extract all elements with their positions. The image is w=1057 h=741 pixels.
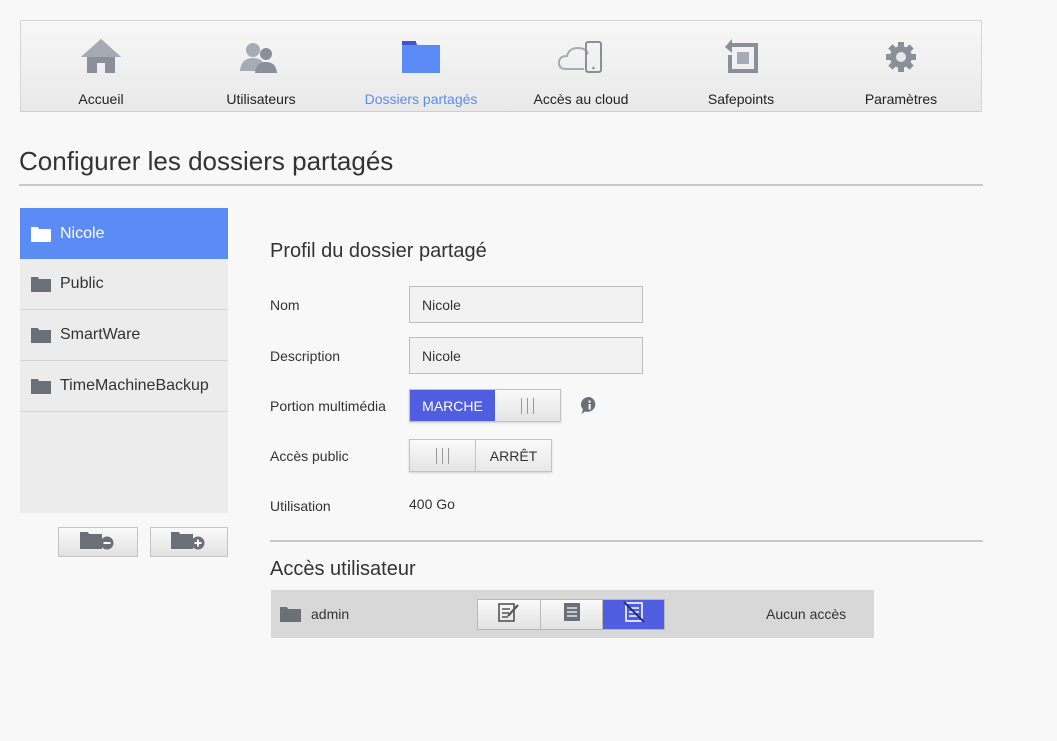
toggle-grip[interactable]	[410, 440, 475, 471]
page-title: Configurer les dossiers partagés	[19, 146, 394, 176]
public-access-toggle[interactable]: ARRÊT	[409, 439, 552, 472]
gear-icon	[883, 35, 919, 75]
folder-list-item-public[interactable]: Public	[20, 259, 228, 310]
user-name: admin	[311, 606, 350, 622]
public-access-label: Accès public	[270, 448, 349, 464]
folder-list-item-label: SmartWare	[60, 326, 141, 343]
folder-icon	[31, 226, 51, 242]
nav-item-settings[interactable]: Paramètres	[821, 21, 981, 111]
no-access-button[interactable]	[602, 599, 664, 629]
users-icon	[239, 35, 283, 75]
top-navigation: Accueil Utilisateurs Dossiers partagés A…	[20, 20, 982, 112]
nav-item-cloud-access[interactable]: Accès au cloud	[501, 21, 661, 111]
read-write-icon	[498, 602, 520, 627]
nav-item-safepoints[interactable]: Safepoints	[661, 21, 821, 111]
nav-item-home[interactable]: Accueil	[21, 21, 181, 111]
folder-list-item-label: Nicole	[60, 224, 105, 242]
user-access-title: Accès utilisateur	[270, 558, 416, 580]
media-serving-label: Portion multimédia	[270, 398, 386, 414]
folder-list-item-timemachinebackup[interactable]: TimeMachineBackup	[20, 361, 228, 412]
safepoint-icon	[722, 35, 760, 75]
usage-value: 400 Go	[409, 496, 455, 512]
read-write-button[interactable]	[478, 599, 540, 629]
folder-icon	[280, 606, 301, 622]
shared-folder-icon	[401, 35, 441, 75]
home-icon	[79, 35, 123, 75]
folder-icon	[31, 276, 51, 292]
folder-remove-icon	[80, 530, 116, 555]
nav-item-shared-folders[interactable]: Dossiers partagés	[341, 21, 501, 111]
name-label: Nom	[270, 297, 300, 313]
nav-item-label: Accueil	[78, 91, 124, 107]
nav-item-label: Paramètres	[864, 91, 938, 107]
folder-list-item-label: TimeMachineBackup	[60, 377, 209, 394]
add-folder-button[interactable]	[150, 527, 228, 557]
user-access-row: admin Aucun accès	[271, 590, 874, 638]
folder-list: Nicole Public SmartWare TimeMachineBacku…	[20, 208, 228, 513]
nav-item-users[interactable]: Utilisateurs	[181, 21, 341, 111]
folder-list-item-label: Public	[60, 275, 104, 292]
nav-item-label: Utilisateurs	[226, 91, 296, 107]
toggle-on-state: MARCHE	[410, 390, 495, 421]
description-label: Description	[270, 348, 341, 364]
read-only-button[interactable]	[540, 599, 602, 629]
folder-list-item-nicole[interactable]: Nicole	[20, 208, 228, 259]
remove-folder-button[interactable]	[58, 527, 138, 557]
toggle-off-state: ARRÊT	[475, 440, 551, 471]
read-only-icon	[563, 602, 581, 627]
divider	[270, 540, 983, 542]
no-access-icon	[622, 600, 645, 628]
info-icon[interactable]	[580, 396, 599, 420]
folder-list-item-smartware[interactable]: SmartWare	[20, 310, 228, 361]
nav-item-label: Dossiers partagés	[364, 91, 478, 107]
profile-section-title: Profil du dossier partagé	[270, 240, 487, 262]
nav-item-label: Safepoints	[707, 91, 775, 107]
folder-add-icon	[171, 530, 207, 555]
media-serving-toggle[interactable]: MARCHE	[409, 389, 561, 422]
name-field[interactable]	[409, 286, 643, 323]
permission-selector	[477, 598, 665, 630]
description-field[interactable]	[409, 337, 643, 374]
folder-icon	[31, 378, 51, 394]
toggle-grip[interactable]	[495, 390, 560, 421]
cloud-device-icon	[558, 35, 604, 75]
access-level-text: Aucun accès	[766, 606, 847, 622]
folder-icon	[31, 327, 51, 343]
nav-item-label: Accès au cloud	[533, 91, 629, 107]
usage-label: Utilisation	[270, 498, 331, 514]
divider	[19, 184, 983, 186]
